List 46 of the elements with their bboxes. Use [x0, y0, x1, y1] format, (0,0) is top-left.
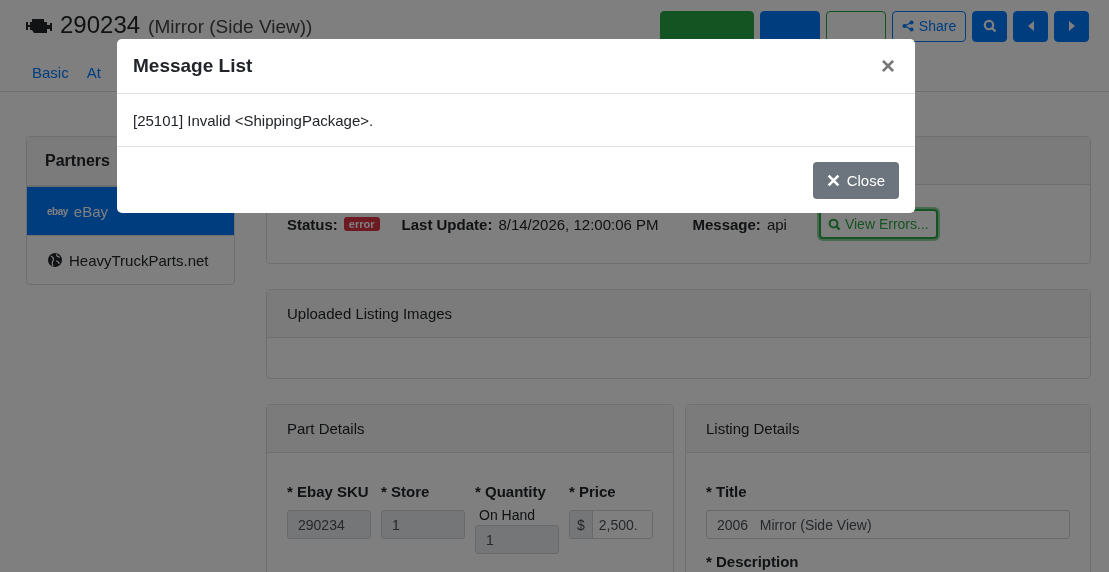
- field-label: * Store: [381, 483, 431, 500]
- close-icon: [826, 173, 840, 187]
- field-label: * Description: [706, 553, 800, 570]
- tab[interactable]: Basic: [26, 60, 75, 85]
- tab[interactable]: At: [80, 60, 107, 85]
- action-button[interactable]: [760, 10, 820, 42]
- part-number: 290234: [60, 11, 141, 39]
- globe-icon: [47, 252, 63, 268]
- card-title: Part Details: [267, 405, 673, 453]
- field-label: * Price: [569, 483, 617, 500]
- dialog-title: Message List: [133, 55, 253, 77]
- share-icon: [901, 20, 914, 32]
- input-field[interactable]: 1: [475, 525, 559, 554]
- card-title: Listing Details: [686, 405, 1090, 453]
- field-label: * Ebay SKU: [287, 483, 370, 500]
- price-field[interactable]: $ 2,500.: [569, 510, 653, 539]
- partner-item[interactable]: HeavyTruckParts.net: [27, 235, 234, 284]
- message-label: Message:: [692, 215, 761, 233]
- search-icon: [827, 217, 841, 231]
- field-label: * Quantity: [475, 483, 547, 500]
- last-update-value: 8/14/2026, 12:00:06 PM: [498, 215, 659, 233]
- previous-button[interactable]: [1013, 10, 1048, 42]
- engine-icon: [26, 16, 52, 36]
- ebay-logo: ebay: [47, 205, 68, 217]
- action-button[interactable]: [660, 10, 754, 42]
- next-button[interactable]: [1054, 10, 1089, 42]
- field-sublabel: On Hand: [479, 507, 537, 523]
- field-label: * Title: [706, 483, 748, 500]
- search-button[interactable]: [972, 10, 1007, 42]
- close-button[interactable]: ×: [877, 52, 899, 80]
- right-caret-icon: [1067, 20, 1076, 32]
- last-update-label: Last Update:: [401, 215, 493, 233]
- input-field[interactable]: 290234: [287, 510, 371, 539]
- input-field[interactable]: 1: [381, 510, 465, 539]
- status-label: Status:: [287, 215, 338, 233]
- close-button[interactable]: Close: [812, 161, 899, 199]
- status-badge: error: [343, 217, 380, 231]
- left-caret-icon: [1026, 20, 1035, 32]
- share-button[interactable]: Share: [892, 10, 966, 42]
- error-message: [25101] Invalid <ShippingPackage>.: [133, 111, 374, 129]
- action-button[interactable]: [826, 10, 886, 42]
- part-description: (Mirror (Side View)): [148, 16, 313, 38]
- input-field[interactable]: 2006 Mirror (Side View): [706, 510, 1070, 539]
- search-icon: [982, 19, 997, 33]
- card-title: Uploaded Listing Images: [267, 290, 1090, 338]
- message-value: api: [766, 215, 787, 233]
